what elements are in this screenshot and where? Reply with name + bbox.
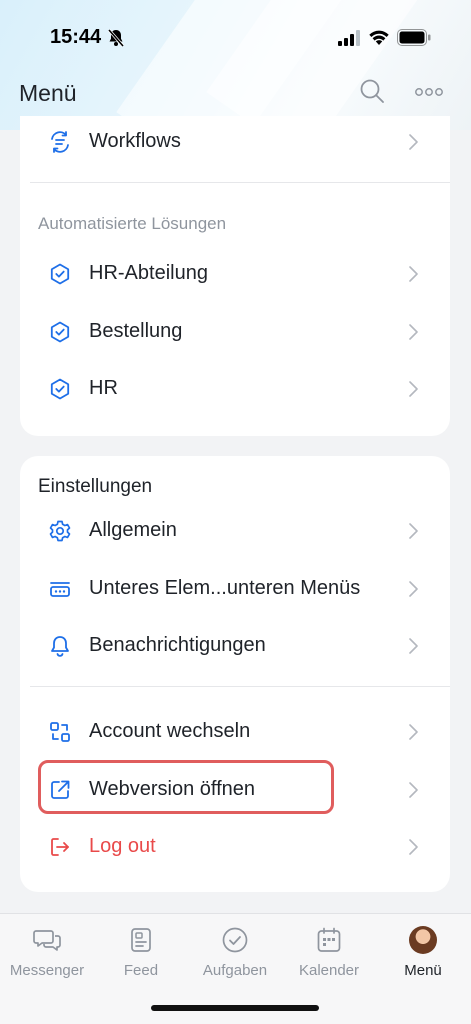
hexagon-check-icon xyxy=(50,321,70,343)
chevron-right-icon xyxy=(409,324,418,340)
battery-icon xyxy=(397,29,431,46)
bell-icon xyxy=(51,636,69,657)
menu-item-log-out[interactable]: Log out xyxy=(20,821,450,873)
cellular-signal-icon xyxy=(338,30,360,46)
tab-messenger[interactable]: Messenger xyxy=(0,914,94,994)
task-check-icon xyxy=(222,927,248,953)
avatar xyxy=(409,926,437,954)
divider xyxy=(30,686,450,687)
tab-label: Messenger xyxy=(9,962,85,979)
menu-item-bottom-menu[interactable]: Unteres Elem...unteren Menüs xyxy=(20,563,450,615)
menu-item-label: Log out xyxy=(89,835,156,857)
chevron-right-icon xyxy=(409,134,418,150)
menu-item-label: HR-Abteilung xyxy=(89,262,208,284)
calendar-icon xyxy=(317,927,341,952)
menu-item-switch-account[interactable]: Account wechseln xyxy=(20,706,450,758)
top-bar: Menü xyxy=(0,72,471,116)
divider xyxy=(30,182,450,183)
tab-feed[interactable]: Feed xyxy=(94,914,188,994)
menu-item-label: Benachrichtigungen xyxy=(89,634,266,656)
home-indicator xyxy=(151,1005,319,1011)
menu-item-label: HR xyxy=(89,377,118,399)
menu-item-label: Workflows xyxy=(89,130,181,152)
chevron-right-icon xyxy=(409,381,418,397)
page-title: Menü xyxy=(19,80,77,106)
more-options-icon[interactable] xyxy=(415,86,443,98)
section-title-settings: Einstellungen xyxy=(38,476,153,497)
silent-mode-icon xyxy=(107,29,125,47)
chevron-right-icon xyxy=(409,839,418,855)
chat-icon xyxy=(33,930,61,951)
switch-account-icon xyxy=(50,722,70,742)
feed-icon xyxy=(131,928,151,952)
workflow-icon xyxy=(51,131,69,153)
menu-item-notifications[interactable]: Benachrichtigungen xyxy=(20,620,450,672)
tab-tasks[interactable]: Aufgaben xyxy=(188,914,282,994)
gear-icon xyxy=(49,520,71,542)
highlight-box xyxy=(38,760,334,814)
tab-menu[interactable]: Menü xyxy=(376,914,470,994)
hexagon-check-icon xyxy=(50,263,70,285)
apps-card: Workflows Automatisierte Lösungen HR-Abt… xyxy=(20,116,450,436)
menu-item-label: Unteres Elem...unteren Menüs xyxy=(89,577,361,599)
menu-item-workflows[interactable]: Workflows xyxy=(20,116,450,168)
status-time: 15:44 xyxy=(50,26,102,48)
logout-icon xyxy=(51,838,69,856)
section-title-solutions: Automatisierte Lösungen xyxy=(38,214,227,233)
tab-calendar[interactable]: Kalender xyxy=(282,914,376,994)
bottom-menu-icon xyxy=(50,582,70,597)
tab-label: Kalender xyxy=(298,962,360,979)
chevron-right-icon xyxy=(409,266,418,282)
chevron-right-icon xyxy=(409,782,418,798)
menu-item-bestellung[interactable]: Bestellung xyxy=(20,306,450,358)
menu-item-allgemein[interactable]: Allgemein xyxy=(20,505,450,557)
menu-item-hr[interactable]: HR xyxy=(20,363,450,415)
menu-item-label: Bestellung xyxy=(89,320,183,342)
status-bar: 15:44 xyxy=(0,0,471,72)
chevron-right-icon xyxy=(409,523,418,539)
tab-label: Feed xyxy=(123,962,159,979)
chevron-right-icon xyxy=(409,724,418,740)
menu-item-hr-abteilung[interactable]: HR-Abteilung xyxy=(20,248,450,300)
wifi-icon xyxy=(369,30,389,45)
tab-label: Menü xyxy=(404,962,442,979)
hexagon-check-icon xyxy=(50,378,70,400)
chevron-right-icon xyxy=(409,638,418,654)
tab-label: Aufgaben xyxy=(202,962,268,979)
search-icon[interactable] xyxy=(359,78,385,104)
chevron-right-icon xyxy=(409,581,418,597)
settings-card: Einstellungen Allgemein Unteres Elem...u… xyxy=(20,456,450,892)
menu-item-label: Account wechseln xyxy=(89,720,251,742)
menu-item-label: Allgemein xyxy=(89,519,177,541)
